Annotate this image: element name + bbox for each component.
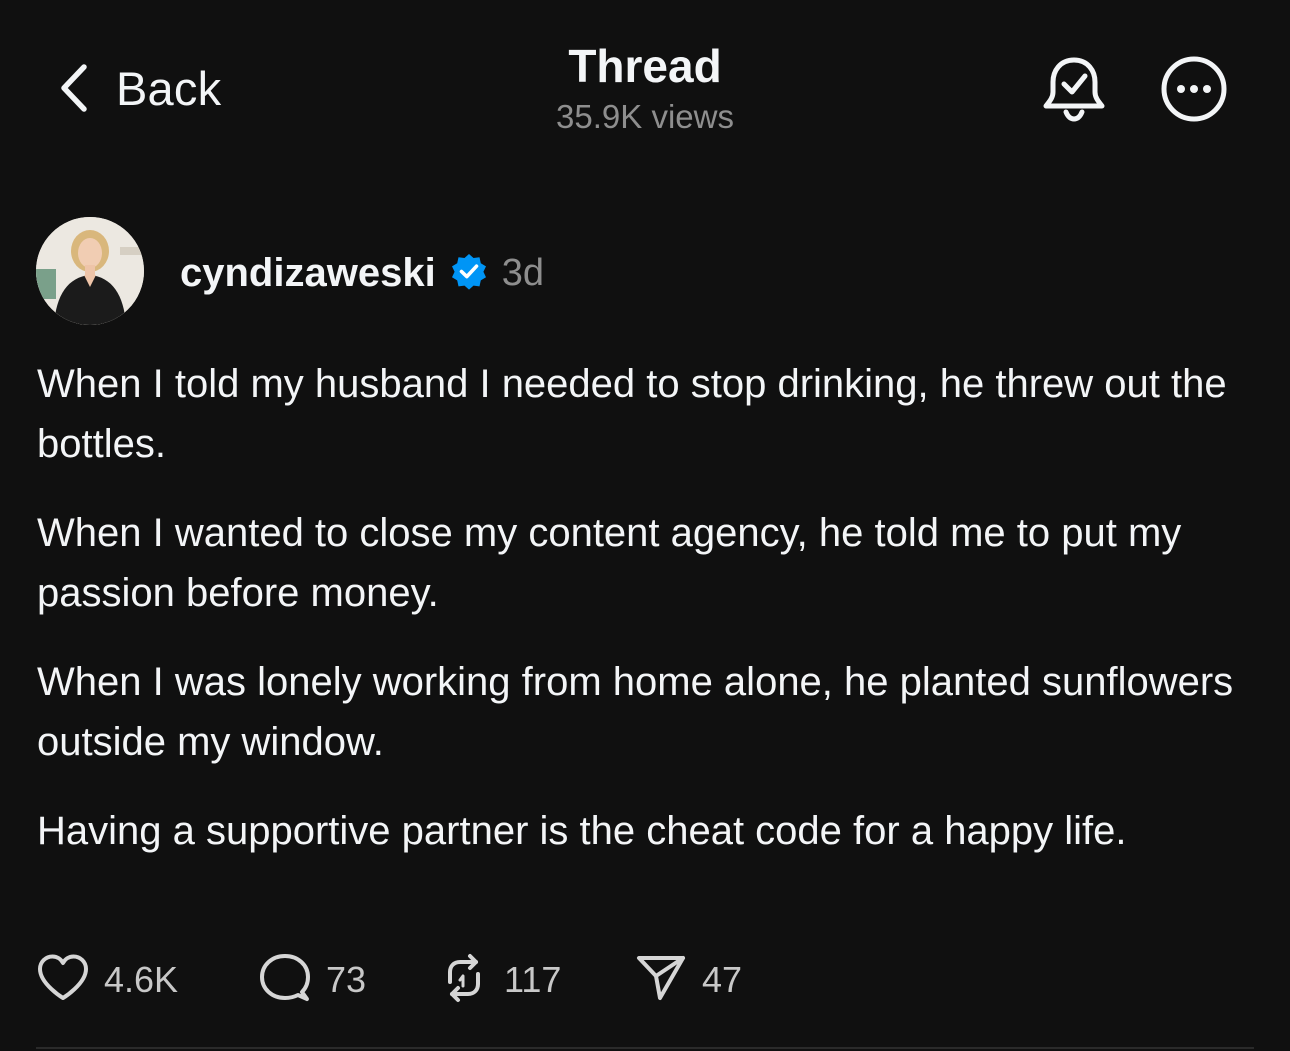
username[interactable]: cyndizaweski [180, 251, 436, 296]
share-count: 47 [702, 959, 743, 1000]
reply-count: 73 [326, 959, 367, 1000]
like-count: 4.6K [104, 959, 179, 1000]
verified-badge-icon [450, 252, 488, 295]
thread-header: Back Thread 35.9K views [0, 0, 1290, 170]
author-row: cyndizaweski 3d [180, 243, 544, 303]
view-count: 35.9K views [556, 98, 734, 135]
post-body: When I told my husband I needed to stop … [37, 354, 1257, 890]
speech-bubble-icon [258, 952, 312, 1009]
post-paragraph: Having a supportive partner is the cheat… [37, 809, 1127, 853]
reply-button[interactable]: 73 [258, 952, 438, 1009]
bell-check-icon[interactable] [1040, 54, 1108, 129]
page-title: Thread [568, 40, 722, 92]
back-button[interactable]: Back [56, 58, 221, 118]
like-button[interactable]: 4.6K [36, 953, 258, 1008]
post-paragraph: When I was lonely working from home alon… [37, 660, 1234, 764]
page-title-block: Thread 35.9K views [395, 38, 895, 138]
back-label: Back [116, 61, 222, 115]
repost-count: 117 [504, 959, 562, 1000]
post-paragraph: When I told my husband I needed to stop … [37, 362, 1227, 466]
post-actions: 4.6K 73 117 47 [36, 950, 742, 1010]
avatar[interactable] [36, 217, 144, 325]
send-icon [634, 953, 688, 1008]
post-paragraph: When I wanted to close my content agency… [37, 511, 1182, 615]
post-timestamp: 3d [501, 251, 544, 294]
share-button[interactable]: 47 [634, 953, 742, 1008]
repost-button[interactable]: 117 [438, 952, 634, 1009]
divider [36, 1047, 1254, 1049]
repost-icon [438, 952, 490, 1009]
more-options-icon[interactable] [1158, 54, 1230, 129]
heart-icon [36, 953, 90, 1008]
chevron-left-icon [56, 61, 90, 115]
